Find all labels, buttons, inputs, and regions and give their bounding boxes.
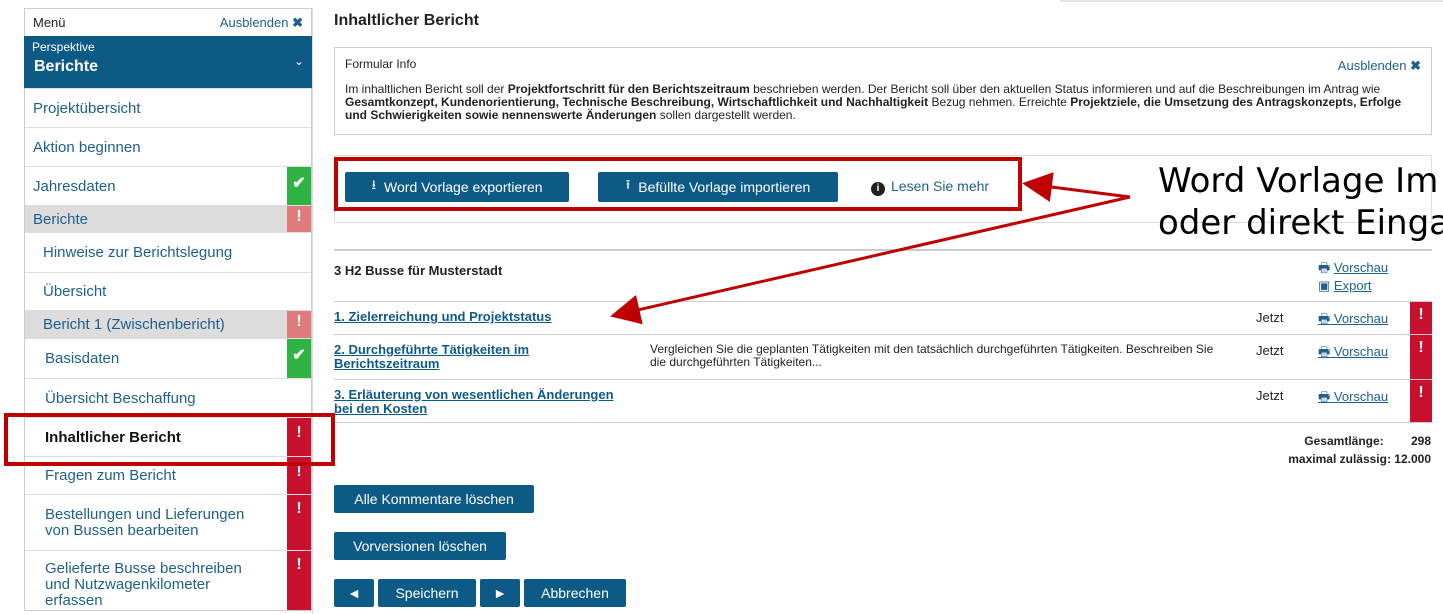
annotation-callout: Word Vorlage Im oder direkt Einga [1158,160,1443,244]
arrow-to-toolbar [1022,172,1131,202]
annotation-line-1: Word Vorlage Im [1158,161,1439,201]
annotation-line-2: oder direkt Einga [1158,203,1443,243]
annotation-arrows [610,172,1131,325]
arrow-to-section [610,195,1131,325]
